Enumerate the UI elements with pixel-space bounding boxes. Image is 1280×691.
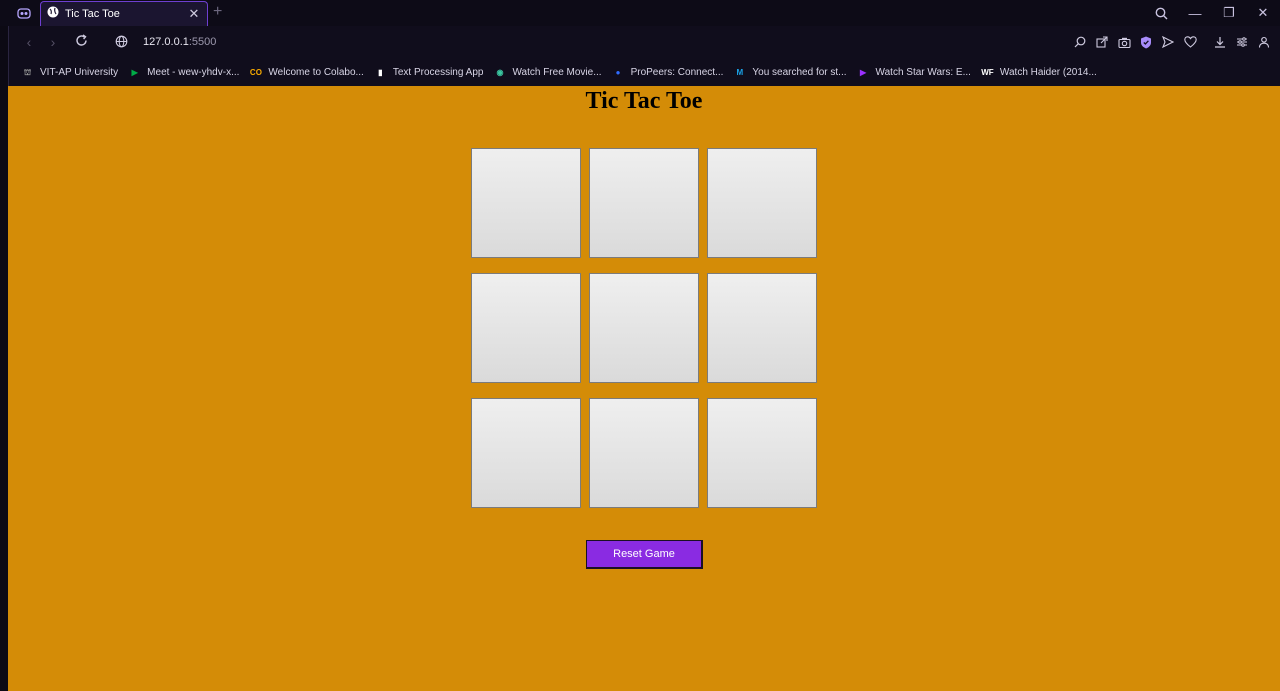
page-content: Tic Tac Toe Reset Game: [8, 86, 1280, 691]
send-icon[interactable]: [1160, 34, 1176, 50]
board-cell[interactable]: [707, 148, 817, 258]
heart-icon[interactable]: [1182, 34, 1198, 50]
settings-sliders-icon[interactable]: [1234, 34, 1250, 50]
board-cell[interactable]: [471, 273, 581, 383]
bookmark-item[interactable]: ⛫ VIT-AP University: [21, 66, 118, 79]
camera-icon[interactable]: [1116, 34, 1132, 50]
board-cell[interactable]: [589, 398, 699, 508]
tab-close-icon[interactable]: ✕: [187, 6, 201, 22]
address-port: :5500: [188, 36, 217, 48]
reset-game-button[interactable]: Reset Game: [586, 540, 703, 569]
tab-title: Tic Tac Toe: [65, 8, 120, 20]
address-field[interactable]: 127.0.0.1:5500: [143, 36, 216, 48]
bookmark-label: Text Processing App: [392, 67, 484, 78]
shield-icon[interactable]: [1138, 34, 1154, 50]
page-title: Tic Tac Toe: [585, 88, 703, 114]
propeers-icon: ●: [615, 68, 621, 77]
globe-icon: [47, 5, 59, 23]
new-tab-button[interactable]: +: [213, 3, 222, 21]
colab-icon: CO: [249, 68, 262, 77]
browser-titlebar: Tic Tac Toe ✕ + — ❐ ✕: [0, 0, 1280, 26]
game-board: [471, 148, 819, 508]
document-icon: ▮: [378, 68, 383, 77]
bookmark-item[interactable]: ▮ Text Processing App: [374, 66, 484, 79]
board-cell[interactable]: [471, 148, 581, 258]
board-cell[interactable]: [589, 273, 699, 383]
board-cell[interactable]: [707, 273, 817, 383]
wf-site-icon: WF: [981, 68, 994, 77]
search-tabs-icon[interactable]: [1144, 0, 1178, 26]
address-host: 127.0.0.1: [143, 36, 189, 48]
board-cell[interactable]: [707, 398, 817, 508]
board-cell[interactable]: [471, 398, 581, 508]
forward-icon[interactable]: ›: [45, 34, 61, 50]
bookmark-item[interactable]: ▶ Watch Star Wars: E...: [857, 66, 971, 79]
bookmark-label: Watch Star Wars: E...: [875, 67, 971, 78]
toolbar-actions: [1072, 34, 1272, 50]
bookmark-label: You searched for st...: [752, 67, 847, 78]
browser-toolbar: ‹ › 127.0.0.1:5500: [8, 26, 1280, 59]
bookmark-label: VIT-AP University: [40, 67, 119, 78]
bookmark-item[interactable]: WF Watch Haider (2014...: [981, 66, 1097, 79]
zoom-icon[interactable]: [1072, 34, 1088, 50]
share-icon[interactable]: [1094, 34, 1110, 50]
bookmark-item[interactable]: CO Welcome to Colabo...: [249, 66, 364, 79]
board-cell[interactable]: [589, 148, 699, 258]
bookmark-label: Welcome to Colabo...: [268, 67, 364, 78]
movie-site-icon: ◉: [496, 68, 504, 77]
m-site-icon: M: [736, 68, 744, 77]
browser-tab[interactable]: Tic Tac Toe ✕: [40, 1, 208, 26]
window-controls: — ❐ ✕: [1144, 0, 1280, 26]
bookmark-label: ProPeers: Connect...: [630, 67, 724, 78]
bookmark-item[interactable]: ● ProPeers: Connect...: [612, 66, 724, 79]
play-icon: ▶: [859, 68, 867, 77]
bookmark-label: Watch Haider (2014...: [999, 67, 1097, 78]
bookmark-label: Watch Free Movie...: [512, 67, 602, 78]
back-icon[interactable]: ‹: [21, 34, 37, 50]
sidebar-toggle-icon[interactable]: [10, 5, 38, 21]
bookmark-item[interactable]: ▶ Meet - wew-yhdv-x...: [128, 66, 240, 79]
bookmark-item[interactable]: M You searched for st...: [733, 66, 847, 79]
download-icon[interactable]: [1212, 34, 1228, 50]
bookmarks-bar: ⛫ VIT-AP University ▶ Meet - wew-yhdv-x... C…: [8, 59, 1280, 86]
bookmark-item[interactable]: ◉ Watch Free Movie...: [493, 66, 601, 79]
university-icon: ⛫: [23, 67, 32, 77]
close-window-button[interactable]: ✕: [1246, 0, 1280, 26]
bookmark-label: Meet - wew-yhdv-x...: [147, 67, 240, 78]
reload-icon[interactable]: [73, 34, 89, 50]
google-meet-icon: ▶: [131, 68, 138, 77]
restore-button[interactable]: ❐: [1212, 0, 1246, 26]
profile-icon[interactable]: [1256, 34, 1272, 50]
site-info-icon[interactable]: [115, 35, 128, 53]
minimize-button[interactable]: —: [1178, 0, 1212, 26]
